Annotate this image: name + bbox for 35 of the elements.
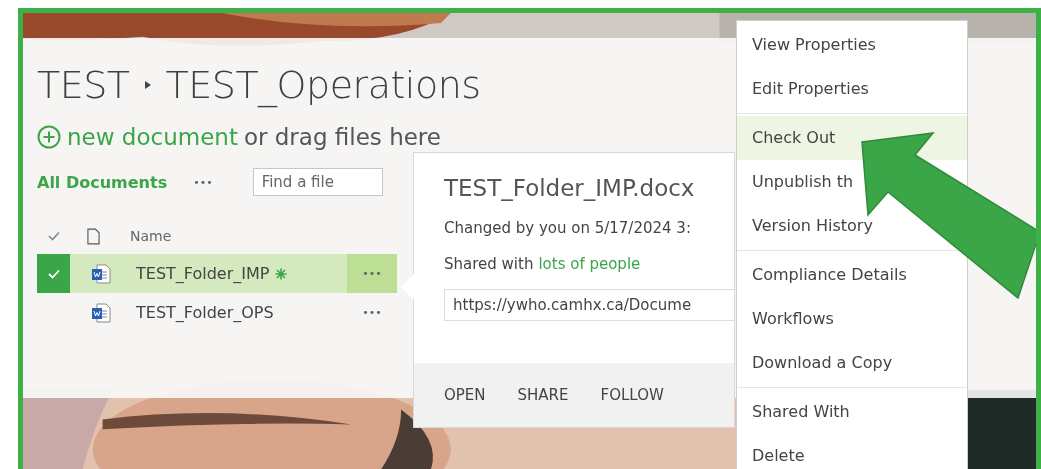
menu-item[interactable]: View Properties [737, 23, 886, 67]
shared-with-label: Shared with [444, 255, 534, 273]
file-type-icon [87, 227, 100, 245]
row-menu-button[interactable]: ••• [347, 254, 397, 293]
row-menu-button[interactable]: ••• [347, 293, 397, 332]
select-all-check-icon[interactable] [48, 231, 60, 241]
menu-item[interactable]: Version History [737, 204, 883, 248]
file-name-link[interactable]: TEST_Folder_OPS [136, 303, 274, 322]
callout-action[interactable]: FOLLOW [600, 386, 664, 404]
drag-files-hint: or drag files here [243, 124, 441, 150]
more-views-button[interactable]: ••• [193, 175, 213, 189]
menu-item[interactable]: Compliance Details [737, 253, 917, 297]
callout-title: TEST_Folder_IMP.docx [444, 175, 696, 201]
menu-item[interactable]: Delete [737, 434, 815, 469]
callout-action[interactable]: OPEN [444, 386, 486, 404]
add-icon[interactable] [37, 125, 61, 149]
callout-action[interactable]: SHARE [517, 386, 569, 404]
menu-item[interactable]: Unpublish th [737, 160, 864, 204]
breadcrumb-item[interactable]: TEST [37, 63, 130, 107]
menu-item[interactable]: Edit Properties [737, 67, 879, 111]
menu-item[interactable]: Workflows [737, 297, 844, 341]
file-name-link[interactable]: TEST_Folder_IMP [136, 264, 270, 283]
menu-item[interactable]: Download a Copy [737, 341, 903, 385]
file-row[interactable]: TEST_Folder_IMP ••• [37, 254, 397, 293]
check-icon [47, 268, 60, 279]
word-document-icon [91, 263, 111, 284]
url-field[interactable]: https://ywho.camhx.ca/Docume [444, 289, 734, 321]
breadcrumb-separator-icon [143, 80, 152, 90]
changed-info: Changed by you on 5/17/2024 3: [444, 219, 692, 237]
menu-item[interactable]: Shared With [737, 390, 860, 434]
column-header[interactable]: Name [130, 228, 172, 244]
search-field[interactable]: Find a file [252, 168, 383, 196]
file-row[interactable]: TEST_Folder_OPS ••• [37, 293, 397, 332]
word-document-icon [91, 302, 111, 323]
breadcrumb-item[interactable]: TEST_Operations [165, 63, 481, 107]
